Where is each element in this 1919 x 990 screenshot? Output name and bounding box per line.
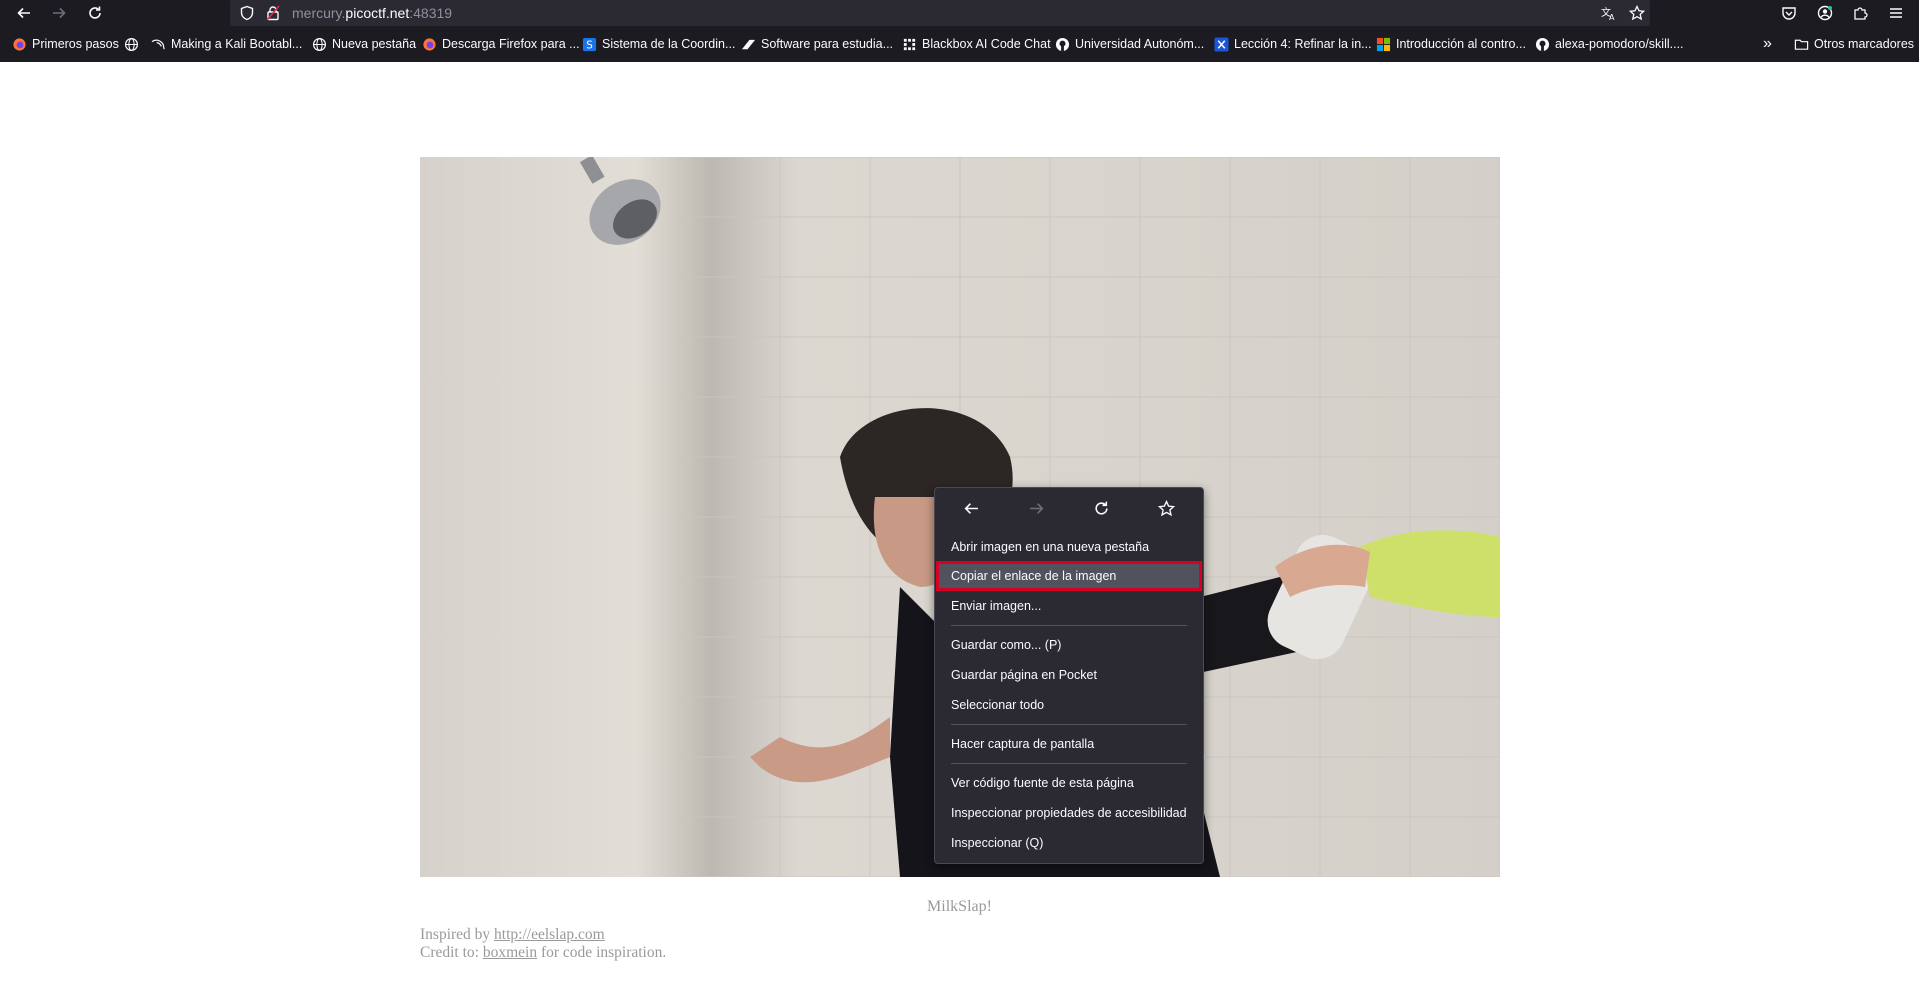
bookmark-item[interactable]: Universidad Autonóm... (1055, 34, 1204, 54)
shield-icon (240, 5, 254, 21)
bookmarks-overflow-button[interactable]: » (1763, 34, 1772, 54)
bookmark-item[interactable]: Making a Kali Bootabl... (151, 34, 302, 54)
menu-save-as[interactable]: Guardar como... (P) (938, 632, 1200, 658)
menu-view-source[interactable]: Ver código fuente de esta página (938, 770, 1200, 796)
menu-copy-image-link[interactable]: Copiar el enlace de la imagen (936, 561, 1202, 591)
svg-text:S: S (586, 39, 593, 51)
firefox-icon (422, 37, 437, 52)
microsoft-icon (1376, 37, 1391, 52)
menu-open-image-new-tab[interactable]: Abrir imagen en una nueva pestaña (938, 534, 1200, 560)
credit-line: Credit to: boxmein for code inspiration. (420, 944, 667, 961)
reload-button[interactable] (83, 1, 107, 25)
menu-inspect-accessibility[interactable]: Inspeccionar propiedades de accesibilida… (938, 800, 1200, 826)
forward-icon (1029, 502, 1043, 514)
reload-icon (1094, 501, 1108, 515)
bookmark-item[interactable]: Descarga Firefox para ... (422, 34, 580, 54)
url-text[interactable]: mercury.picoctf.net:48319 (292, 5, 452, 21)
forward-arrow-icon (53, 7, 66, 19)
context-menu: Abrir imagen en una nueva pestaña Copiar… (934, 487, 1204, 864)
folder-icon (1794, 37, 1809, 52)
menu-inspect[interactable]: Inspeccionar (Q) (938, 830, 1200, 856)
kali-icon (151, 37, 166, 52)
menu-separator (951, 763, 1187, 764)
bookmark-item[interactable] (124, 34, 144, 54)
s-logo-icon: S (582, 37, 597, 52)
other-bookmarks-button[interactable]: Otros marcadores (1794, 34, 1914, 54)
context-menu-navigation (935, 488, 1203, 526)
menu-select-all[interactable]: Seleccionar todo (938, 692, 1200, 718)
context-back-button[interactable] (960, 497, 982, 519)
bookmark-star-icon (1157, 499, 1175, 516)
browser-toolbar: mercury.picoctf.net:48319 文A (0, 0, 1919, 26)
bookmark-star-icon[interactable] (1629, 5, 1645, 21)
globe-icon (312, 37, 327, 52)
url-port: :48319 (409, 5, 453, 21)
reload-icon (89, 6, 101, 19)
bookmark-item[interactable]: alexa-pomodoro/skill.... (1535, 34, 1684, 54)
chevrons-right-icon: » (1763, 35, 1772, 52)
firefox-icon (12, 37, 27, 52)
pocket-button[interactable] (1777, 1, 1801, 25)
globe-icon (124, 37, 139, 52)
bookmark-item[interactable]: Blackbox AI Code Chat (902, 34, 1051, 54)
software-logo-icon (741, 37, 756, 52)
puzzle-icon (1854, 7, 1868, 20)
back-icon (964, 502, 978, 514)
image-caption: MilkSlap! (927, 898, 992, 915)
bookmark-item[interactable]: Primeros pasos (12, 34, 119, 54)
bookmark-item[interactable]: Introducción al contro... (1376, 34, 1526, 54)
menu-send-image[interactable]: Enviar imagen... (938, 593, 1200, 619)
hamburger-menu-icon (1890, 8, 1902, 18)
menu-button[interactable] (1884, 1, 1908, 25)
svg-text:A: A (1609, 13, 1615, 21)
context-forward-button[interactable] (1025, 497, 1047, 519)
blackbox-icon (902, 37, 917, 52)
url-domain: picoctf.net (345, 5, 410, 21)
back-button[interactable] (12, 1, 36, 25)
forward-button[interactable] (47, 1, 71, 25)
address-bar[interactable]: mercury.picoctf.net:48319 文A (230, 0, 1650, 26)
translate-icon[interactable]: 文A (1601, 5, 1617, 21)
pocket-icon (1782, 7, 1796, 20)
boxmein-link[interactable]: boxmein (483, 944, 537, 961)
bookmarks-toolbar: Primeros pasos Making a Kali Bootabl... … (0, 26, 1919, 63)
lock-insecure-icon[interactable] (265, 5, 281, 21)
bookmark-item[interactable]: Software para estudia... (741, 34, 893, 54)
context-reload-button[interactable] (1090, 497, 1112, 519)
extensions-button[interactable] (1848, 1, 1872, 25)
bookmark-item[interactable]: Lección 4: Refinar la in... (1214, 34, 1372, 54)
account-icon (1817, 5, 1833, 21)
menu-save-to-pocket[interactable]: Guardar página en Pocket (938, 662, 1200, 688)
menu-separator (951, 724, 1187, 725)
x-logo-icon (1214, 36, 1229, 52)
back-arrow-icon (17, 7, 30, 19)
menu-take-screenshot[interactable]: Hacer captura de pantalla (938, 731, 1200, 757)
bookmark-item[interactable]: Nueva pestaña (312, 34, 416, 54)
github-icon (1535, 37, 1550, 52)
github-icon (1055, 37, 1070, 52)
context-bookmark-button[interactable] (1155, 497, 1177, 519)
menu-separator (951, 625, 1187, 626)
eelslap-link[interactable]: http://eelslap.com (494, 926, 605, 943)
account-button[interactable] (1813, 1, 1837, 25)
url-prefix: mercury. (292, 5, 346, 21)
bookmark-item[interactable]: S Sistema de la Coordin... (582, 34, 735, 54)
inspired-by-line: Inspired by http://eelslap.com (420, 926, 605, 943)
